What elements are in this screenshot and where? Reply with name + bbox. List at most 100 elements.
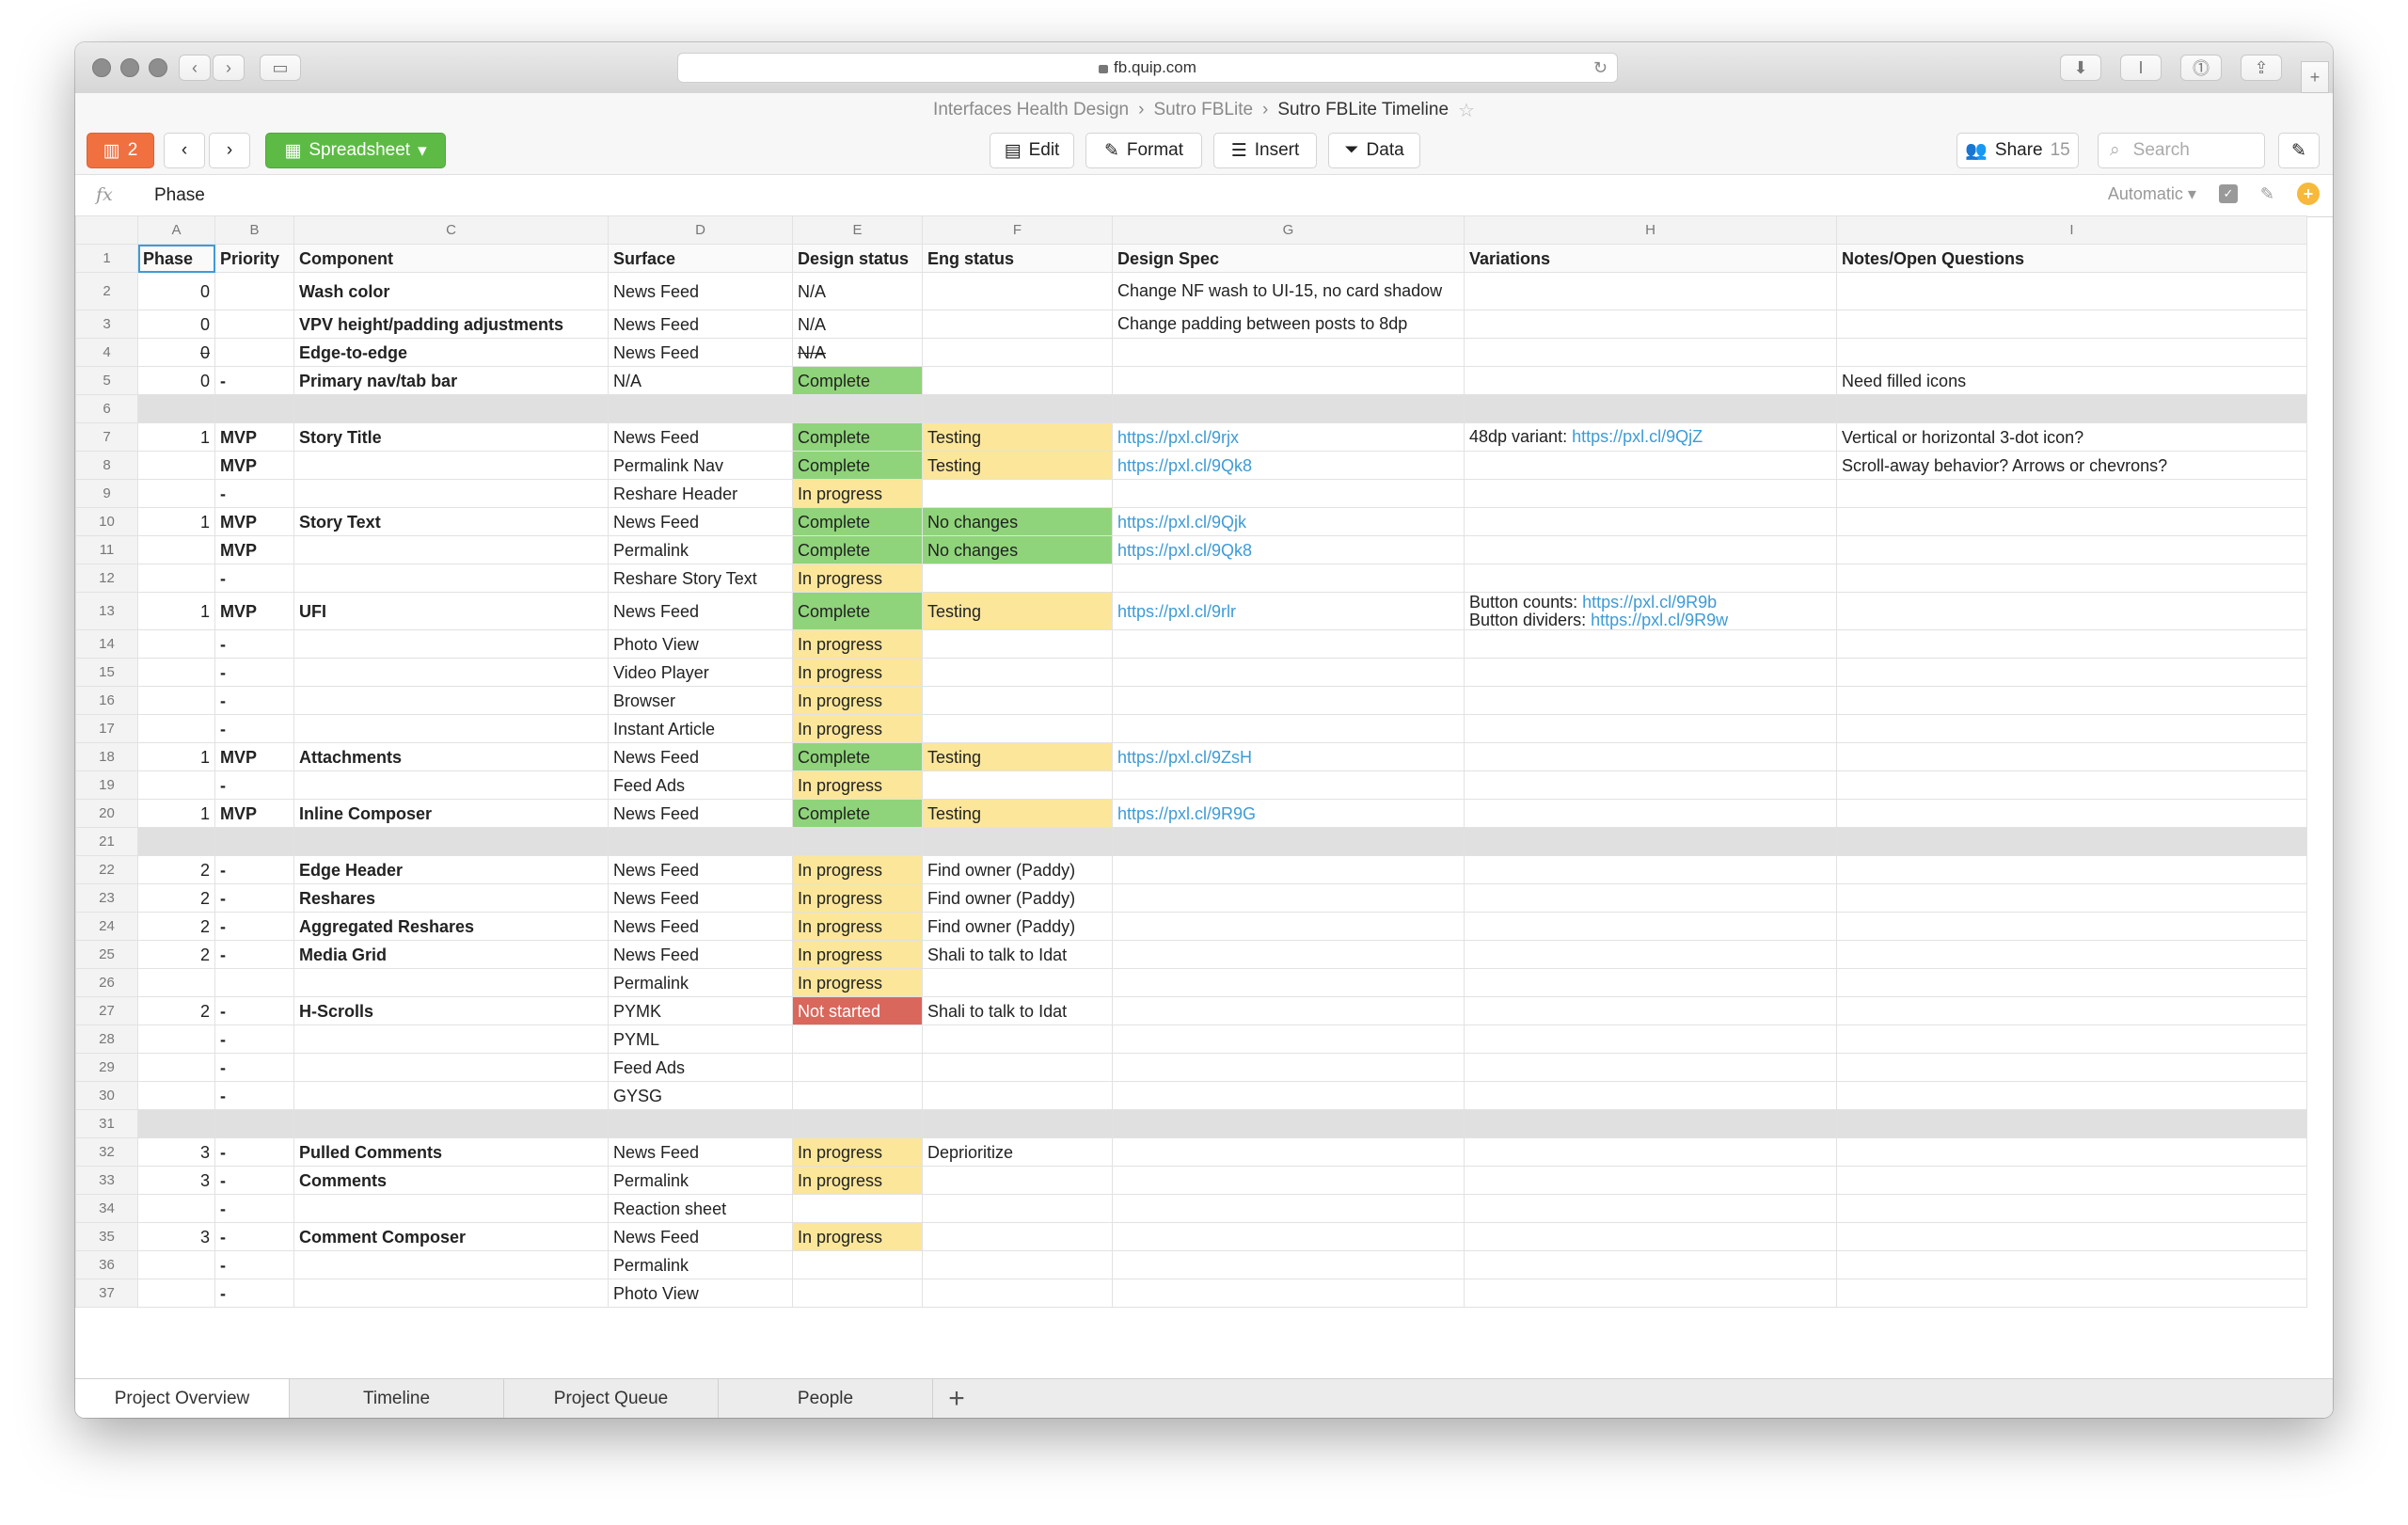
variations-cell[interactable] bbox=[1464, 564, 1837, 593]
separator-cell[interactable] bbox=[608, 394, 793, 423]
eng-status-cell[interactable]: Shali to talk to Idat bbox=[922, 940, 1113, 969]
variations-cell[interactable] bbox=[1464, 310, 1837, 339]
surface-cell[interactable]: Reshare Header bbox=[608, 479, 793, 508]
search-input[interactable]: ⌕ Search bbox=[2098, 133, 2265, 168]
separator-cell[interactable] bbox=[293, 827, 609, 856]
eng-status-cell[interactable]: Testing bbox=[922, 592, 1113, 630]
variations-cell[interactable] bbox=[1464, 1222, 1837, 1251]
row-number[interactable]: 34 bbox=[75, 1194, 138, 1223]
row-number[interactable]: 16 bbox=[75, 686, 138, 715]
design-spec-cell[interactable] bbox=[1112, 770, 1465, 800]
notes-cell[interactable] bbox=[1836, 507, 2307, 536]
row-number[interactable]: 11 bbox=[75, 535, 138, 564]
surface-cell[interactable]: News Feed bbox=[608, 940, 793, 969]
row-number[interactable]: 4 bbox=[75, 338, 138, 367]
row-number[interactable]: 7 bbox=[75, 422, 138, 452]
variations-cell[interactable] bbox=[1464, 912, 1837, 941]
separator-cell[interactable] bbox=[137, 394, 215, 423]
eng-status-cell[interactable] bbox=[922, 714, 1113, 743]
separator-cell[interactable] bbox=[214, 1109, 294, 1138]
checkbox-icon[interactable]: ✓ bbox=[2218, 184, 2238, 203]
phase-cell[interactable] bbox=[137, 1194, 215, 1223]
component-cell[interactable] bbox=[293, 1081, 609, 1110]
variations-cell[interactable] bbox=[1464, 714, 1837, 743]
separator-cell[interactable] bbox=[1836, 827, 2307, 856]
variations-cell[interactable] bbox=[1464, 451, 1837, 480]
design-spec-cell[interactable] bbox=[1112, 686, 1465, 715]
eng-status-cell[interactable] bbox=[922, 770, 1113, 800]
priority-cell[interactable]: - bbox=[214, 996, 294, 1025]
separator-cell[interactable] bbox=[1464, 394, 1837, 423]
header-cell[interactable]: Priority bbox=[214, 244, 294, 273]
notes-cell[interactable] bbox=[1836, 1137, 2307, 1167]
variations-cell[interactable] bbox=[1464, 1166, 1837, 1195]
eng-status-cell[interactable]: Testing bbox=[922, 451, 1113, 480]
format-menu-button[interactable]: ✎ Format bbox=[1085, 133, 1202, 168]
sidebar-toggle-button[interactable]: ▭ bbox=[260, 55, 301, 81]
row-number[interactable]: 19 bbox=[75, 770, 138, 800]
notes-cell[interactable] bbox=[1836, 940, 2307, 969]
notes-cell[interactable] bbox=[1836, 686, 2307, 715]
priority-cell[interactable]: - bbox=[214, 564, 294, 593]
notes-cell[interactable] bbox=[1836, 310, 2307, 339]
priority-cell[interactable]: - bbox=[214, 658, 294, 687]
component-cell[interactable]: H-Scrolls bbox=[293, 996, 609, 1025]
component-cell[interactable]: Wash color bbox=[293, 272, 609, 310]
header-cell[interactable]: Eng status bbox=[922, 244, 1113, 273]
minimize-window-button[interactable] bbox=[120, 58, 139, 77]
phase-cell[interactable] bbox=[137, 1279, 215, 1308]
separator-cell[interactable] bbox=[792, 1109, 923, 1138]
separator-cell[interactable] bbox=[214, 394, 294, 423]
eng-status-cell[interactable]: No changes bbox=[922, 507, 1113, 536]
edit-menu-button[interactable]: ▤ Edit bbox=[990, 133, 1074, 168]
surface-cell[interactable]: News Feed bbox=[608, 592, 793, 630]
design-spec-cell[interactable] bbox=[1112, 1250, 1465, 1279]
priority-cell[interactable]: MVP bbox=[214, 507, 294, 536]
design-status-cell[interactable]: In progress bbox=[792, 912, 923, 941]
phase-cell[interactable] bbox=[137, 629, 215, 659]
zoom-window-button[interactable] bbox=[149, 58, 167, 77]
eng-status-cell[interactable] bbox=[922, 1025, 1113, 1054]
phase-cell[interactable] bbox=[137, 686, 215, 715]
row-number[interactable]: 1 bbox=[75, 244, 138, 273]
priority-cell[interactable] bbox=[214, 338, 294, 367]
back-button[interactable]: ‹ bbox=[179, 55, 211, 81]
phase-cell[interactable] bbox=[137, 714, 215, 743]
surface-cell[interactable]: News Feed bbox=[608, 272, 793, 310]
breadcrumb-item-subfolder[interactable]: Sutro FBLite bbox=[1153, 100, 1253, 120]
priority-cell[interactable]: - bbox=[214, 883, 294, 913]
design-spec-cell[interactable]: https://pxl.cl/9rjx bbox=[1112, 422, 1465, 452]
variations-cell[interactable] bbox=[1464, 658, 1837, 687]
variations-cell[interactable] bbox=[1464, 1137, 1837, 1167]
document-title[interactable]: Sutro FBLite Timeline bbox=[1277, 100, 1449, 120]
notes-cell[interactable] bbox=[1836, 564, 2307, 593]
surface-cell[interactable]: N/A bbox=[608, 366, 793, 395]
notes-cell[interactable] bbox=[1836, 770, 2307, 800]
spreadsheet-menu-button[interactable]: ▦ Spreadsheet ▾ bbox=[265, 133, 446, 168]
design-status-cell[interactable]: In progress bbox=[792, 1222, 923, 1251]
variations-cell[interactable] bbox=[1464, 799, 1837, 828]
notes-cell[interactable] bbox=[1836, 1025, 2307, 1054]
notes-cell[interactable] bbox=[1836, 714, 2307, 743]
notes-cell[interactable] bbox=[1836, 658, 2307, 687]
notes-cell[interactable] bbox=[1836, 1194, 2307, 1223]
design-spec-cell[interactable] bbox=[1112, 1053, 1465, 1082]
eng-status-cell[interactable]: Deprioritize bbox=[922, 1137, 1113, 1167]
design-spec-cell[interactable] bbox=[1112, 1194, 1465, 1223]
eng-status-cell[interactable]: Find owner (Paddy) bbox=[922, 855, 1113, 884]
design-status-cell[interactable]: In progress bbox=[792, 855, 923, 884]
eng-status-cell[interactable] bbox=[922, 1194, 1113, 1223]
sidebar-button[interactable]: ▥ 2 bbox=[87, 133, 154, 168]
component-cell[interactable] bbox=[293, 629, 609, 659]
eng-status-cell[interactable] bbox=[922, 272, 1113, 310]
design-status-cell[interactable]: Complete bbox=[792, 366, 923, 395]
phase-cell[interactable] bbox=[137, 1081, 215, 1110]
row-number[interactable]: 3 bbox=[75, 310, 138, 339]
component-cell[interactable]: Aggregated Reshares bbox=[293, 912, 609, 941]
row-number[interactable]: 2 bbox=[75, 272, 138, 310]
design-spec-cell[interactable] bbox=[1112, 366, 1465, 395]
surface-cell[interactable]: Permalink bbox=[608, 1166, 793, 1195]
design-status-cell[interactable]: In progress bbox=[792, 629, 923, 659]
header-cell[interactable]: Variations bbox=[1464, 244, 1837, 273]
row-number[interactable]: 10 bbox=[75, 507, 138, 536]
